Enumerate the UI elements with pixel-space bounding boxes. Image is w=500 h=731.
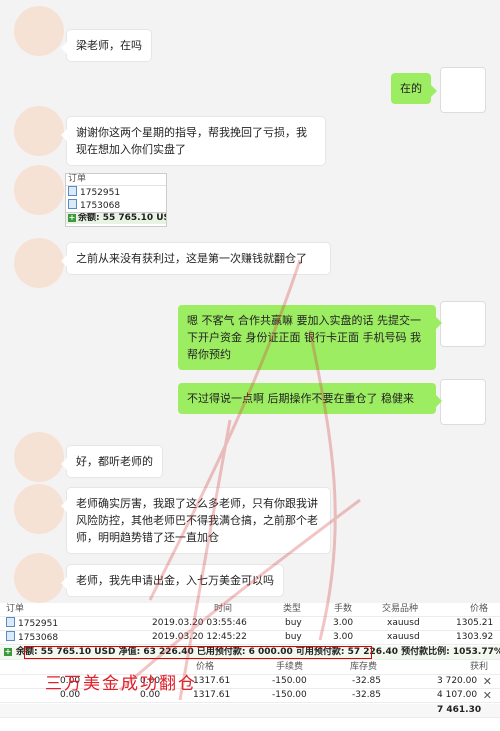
- col-order[interactable]: 订单: [6, 603, 24, 616]
- message-bubble[interactable]: 老师确实厉害，我跟了这么多老师，只有你跟我讲风险防控，其他老师巴不得我满仓搞，之…: [61, 488, 330, 553]
- mini-balance: +余额: 55 765.10 USD 净: [66, 212, 166, 224]
- order-lots: 3.00: [333, 632, 354, 642]
- order-price: 1303.92: [456, 632, 494, 642]
- order-id: 1752951: [18, 619, 59, 629]
- col-price[interactable]: 价格: [470, 603, 488, 616]
- contact-avatar[interactable]: [14, 165, 64, 215]
- current-price: 1317.61: [193, 690, 231, 700]
- contact-avatar[interactable]: [14, 553, 64, 603]
- message-bubble[interactable]: 在的: [391, 73, 437, 104]
- contact-avatar[interactable]: [14, 6, 64, 56]
- message-bubble[interactable]: 梁老师，在吗: [61, 30, 151, 61]
- col-commission[interactable]: 手续费: [276, 661, 303, 674]
- mini-order: 1753068: [66, 199, 166, 212]
- table-row[interactable]: 1752951 2019.03.20 03:55:46 buy 3.00 xau…: [0, 617, 500, 631]
- contact-avatar[interactable]: [14, 238, 64, 288]
- self-avatar[interactable]: [440, 379, 486, 425]
- document-icon: [68, 186, 77, 196]
- profit: 4 107.00: [437, 690, 478, 700]
- self-avatar[interactable]: [440, 67, 486, 113]
- col-swap[interactable]: 库存费: [350, 661, 377, 674]
- col-type[interactable]: 类型: [283, 603, 301, 616]
- close-icon[interactable]: ✕: [483, 689, 492, 702]
- col-symbol[interactable]: 交易品种: [382, 603, 418, 616]
- order-id: 1753068: [18, 633, 59, 643]
- col-time[interactable]: 时间: [214, 603, 232, 616]
- order-time: 2019.03.20 03:55:46: [152, 618, 247, 628]
- col-lots[interactable]: 手数: [334, 603, 352, 616]
- document-icon: [68, 199, 77, 209]
- balance-line: + 余额: 55 765.10 USD 净值: 63 226.40 已用预付款:…: [0, 646, 500, 660]
- order-time: 2019.03.20 12:45:22: [152, 632, 247, 642]
- order-lots: 3.00: [333, 618, 354, 628]
- message-bubble[interactable]: 嗯 不客气 合作共赢嘛 要加入实盘的话 先提交一下开户资金 身份证正面 银行卡正…: [178, 305, 442, 370]
- message-bubble[interactable]: 之前从来没有获利过，这是第一次赚钱就翻仓了: [61, 243, 330, 274]
- message-bubble[interactable]: 谢谢你这两个星期的指导，帮我挽回了亏损，我现在想加入你们实盘了: [61, 117, 325, 165]
- total-profit: 7 461.30: [437, 705, 482, 715]
- table-header: 订单 时间 类型 手数 交易品种 价格: [0, 603, 500, 617]
- plus-icon: +: [4, 647, 12, 656]
- order-type: buy: [285, 632, 302, 642]
- annotation-text: 三万美金成功翻仓: [45, 674, 197, 694]
- mini-header: 订单: [66, 174, 166, 186]
- order-price: 1305.21: [456, 618, 494, 628]
- message-bubble[interactable]: 不过得说一点啊 后期操作不要在重仓了 稳健来: [178, 383, 442, 414]
- close-icon[interactable]: ✕: [483, 675, 492, 688]
- swap: -32.85: [352, 676, 382, 686]
- contact-avatar[interactable]: [14, 432, 64, 482]
- order-symbol: xauusd: [387, 632, 420, 642]
- order-symbol: xauusd: [387, 618, 420, 628]
- order-type: buy: [285, 618, 302, 628]
- document-icon: [6, 631, 15, 641]
- orders-table: 订单 时间 类型 手数 交易品种 价格 1752951 2019.03.20 0…: [0, 603, 500, 731]
- commission: -150.00: [272, 676, 307, 686]
- table-row[interactable]: 1753068 2019.03.20 12:45:22 buy 3.00 xau…: [0, 631, 500, 645]
- profit: 3 720.00: [437, 676, 478, 686]
- contact-avatar[interactable]: [14, 484, 64, 534]
- mini-order: 1752951: [66, 186, 166, 199]
- order-screenshot-thumbnail[interactable]: 订单 1752951 1753068 +余额: 55 765.10 USD 净: [65, 173, 167, 227]
- message-bubble[interactable]: 老师，我先申请出金，入七万美金可以吗: [61, 565, 283, 596]
- current-price: 1317.61: [193, 676, 231, 686]
- self-avatar[interactable]: [440, 301, 486, 347]
- contact-avatar[interactable]: [14, 106, 64, 156]
- col-profit[interactable]: 获利: [470, 661, 488, 674]
- commission: -150.00: [272, 690, 307, 700]
- plus-icon: +: [68, 213, 76, 222]
- message-bubble[interactable]: 好，都听老师的: [61, 446, 162, 477]
- swap: -32.85: [352, 690, 382, 700]
- col-price[interactable]: 价格: [196, 661, 214, 674]
- document-icon: [6, 617, 15, 627]
- total-row: 7 461.30: [0, 704, 500, 718]
- highlight-box: [24, 646, 372, 659]
